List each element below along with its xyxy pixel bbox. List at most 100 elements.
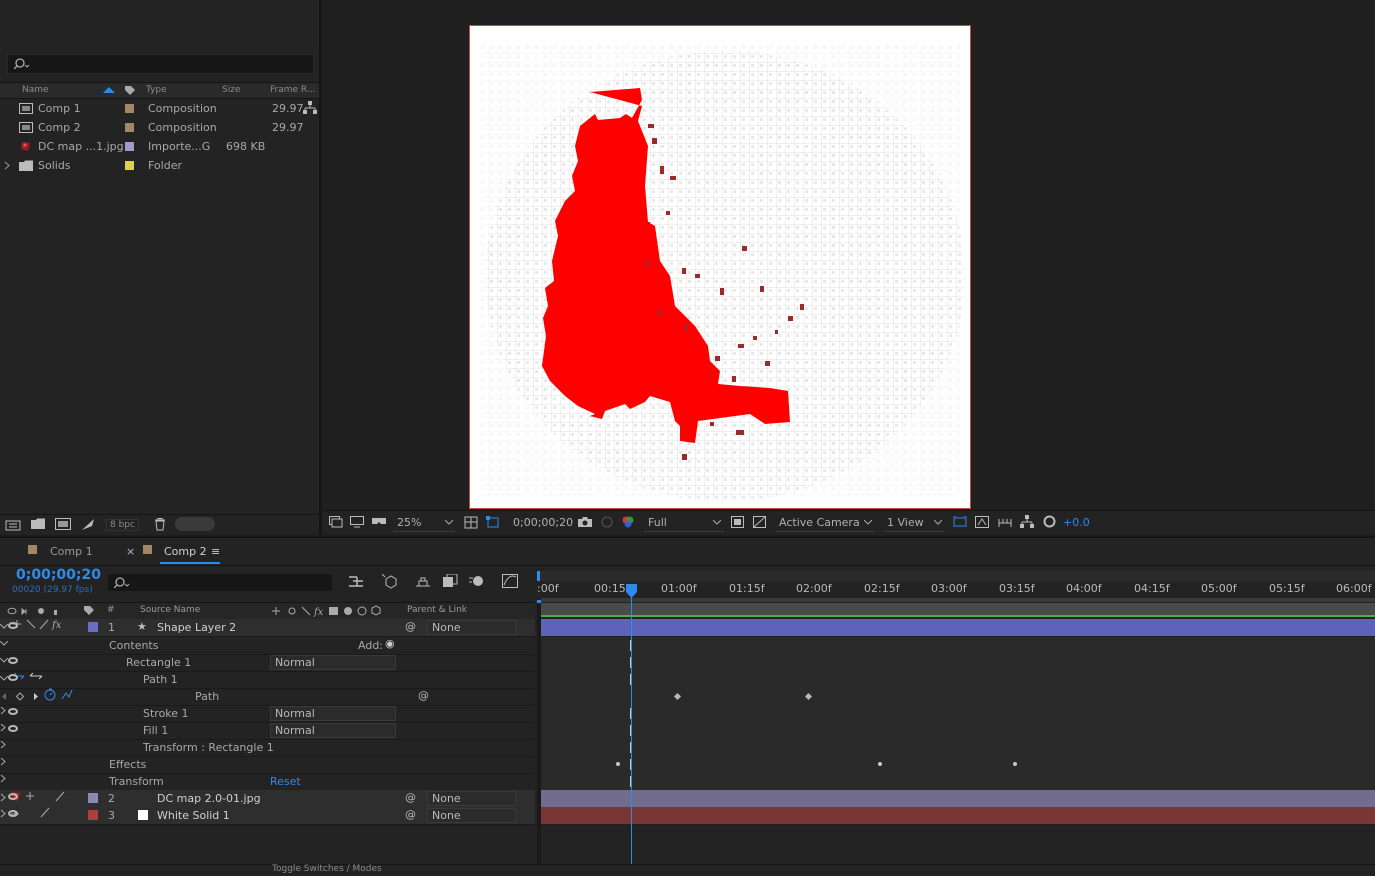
tab-comp-1[interactable]: Comp 1 bbox=[50, 545, 93, 558]
add-button[interactable]: ◉ bbox=[385, 637, 395, 650]
viewer-timecode[interactable]: 0;00;00;20 bbox=[513, 516, 573, 529]
pickwhip-icon[interactable]: @ bbox=[418, 689, 429, 702]
layer-switch-icons[interactable]: fx bbox=[12, 619, 72, 631]
map-layer-track[interactable] bbox=[541, 790, 1375, 808]
parent-dropdown[interactable]: None bbox=[427, 791, 516, 806]
playhead-handle[interactable] bbox=[626, 584, 637, 598]
project-search-input[interactable] bbox=[7, 54, 314, 74]
new-folder-icon[interactable] bbox=[31, 518, 46, 530]
label-tag-icon[interactable] bbox=[83, 605, 95, 616]
draft-3d-icon[interactable] bbox=[382, 574, 398, 589]
interpret-footage-icon[interactable] bbox=[5, 519, 21, 531]
property-row[interactable]: Transform Reset bbox=[0, 773, 535, 791]
reset-exposure-icon[interactable] bbox=[1043, 515, 1056, 528]
blend-mode-dropdown[interactable]: Normal bbox=[270, 723, 396, 738]
fast-previews-icon[interactable] bbox=[975, 516, 989, 528]
transparency-grid-icon[interactable] bbox=[753, 516, 766, 528]
shape-layer-track[interactable] bbox=[541, 619, 1375, 637]
visibility-eye-icon[interactable] bbox=[8, 810, 18, 817]
layer-search-input[interactable] bbox=[108, 574, 332, 591]
layer-name[interactable]: DC map 2.0-01.jpg bbox=[157, 792, 261, 805]
layer-label-swatch[interactable] bbox=[88, 810, 98, 820]
tab-close-icon[interactable]: × bbox=[126, 545, 135, 558]
layer-label-swatch[interactable] bbox=[88, 793, 98, 803]
blend-mode-dropdown[interactable]: Normal bbox=[270, 706, 396, 721]
parent-dropdown[interactable]: None bbox=[427, 808, 516, 823]
flowchart-icon[interactable] bbox=[1020, 515, 1034, 528]
snapshot-camera-icon[interactable] bbox=[578, 516, 592, 528]
layer-name[interactable]: White Solid 1 bbox=[157, 809, 230, 822]
pickwhip-icon[interactable]: @ bbox=[405, 808, 416, 821]
pickwhip-icon[interactable]: @ bbox=[405, 791, 416, 804]
composition-canvas[interactable] bbox=[470, 26, 970, 508]
region-of-interest-icon[interactable] bbox=[731, 516, 744, 528]
label-swatch[interactable] bbox=[125, 104, 134, 113]
monitor-icon[interactable] bbox=[350, 516, 364, 528]
label-swatch[interactable] bbox=[125, 161, 134, 170]
mask-path-icon[interactable] bbox=[486, 516, 500, 529]
camera-dropdown[interactable]: Active Camera bbox=[775, 514, 875, 532]
col-type[interactable]: Type bbox=[146, 85, 167, 95]
reset-link[interactable]: Reset bbox=[270, 775, 301, 788]
toggle-switches-modes[interactable]: Toggle Switches / Modes bbox=[272, 864, 382, 874]
toggle-pixel-aspect-icon[interactable] bbox=[953, 516, 967, 528]
keyframe-dot[interactable] bbox=[1013, 762, 1017, 766]
property-row[interactable]: Path 1 bbox=[0, 671, 535, 689]
chevron-down-icon[interactable] bbox=[0, 657, 9, 664]
parent-dropdown[interactable]: None bbox=[427, 620, 516, 635]
pickwhip-icon[interactable]: @ bbox=[405, 620, 416, 633]
current-time-display[interactable]: 0;00;00;20 bbox=[16, 567, 101, 583]
keyframe-dot[interactable] bbox=[616, 762, 620, 766]
keyframe-dot[interactable] bbox=[878, 762, 882, 766]
chevron-right-icon[interactable] bbox=[0, 809, 6, 818]
show-snapshot-icon[interactable] bbox=[600, 516, 614, 528]
col-layer-number[interactable]: # bbox=[107, 605, 115, 615]
thumbnail-slider[interactable] bbox=[175, 517, 215, 531]
visibility-eye-icon[interactable] bbox=[8, 674, 18, 681]
layer-row[interactable]: 1 ★ Shape Layer 2 fx @ None bbox=[0, 619, 535, 637]
visibility-eye-icon[interactable] bbox=[8, 657, 18, 664]
resolution-dropdown[interactable]: Full bbox=[644, 514, 724, 532]
project-item[interactable]: Solids Folder bbox=[0, 156, 302, 175]
chevron-down-icon[interactable] bbox=[0, 623, 9, 630]
chevron-right-icon[interactable] bbox=[0, 774, 6, 783]
timeline-icon[interactable] bbox=[998, 516, 1012, 528]
layer-label-swatch[interactable] bbox=[88, 622, 98, 632]
view-layout-dropdown[interactable]: 1 View bbox=[883, 514, 945, 532]
chevron-right-icon[interactable] bbox=[0, 793, 6, 802]
render-queue-icon[interactable] bbox=[81, 518, 95, 531]
work-area-bar[interactable] bbox=[537, 571, 1375, 581]
always-preview-icon[interactable] bbox=[329, 516, 343, 528]
magnification-dropdown[interactable]: 25% bbox=[393, 514, 455, 532]
new-composition-icon[interactable] bbox=[55, 518, 71, 530]
chevron-down-icon[interactable] bbox=[0, 675, 9, 682]
property-row[interactable]: Contents Add: ◉ bbox=[0, 637, 535, 655]
layer-row[interactable]: 2 DC map 2.0-01.jpg @ None bbox=[0, 790, 535, 808]
frame-blending-icon[interactable] bbox=[442, 574, 458, 588]
current-time-indicator[interactable] bbox=[631, 590, 632, 874]
visibility-eye-icon[interactable] bbox=[8, 793, 18, 800]
property-row[interactable]: Rectangle 1 Normal bbox=[0, 654, 535, 672]
sort-ascending-icon[interactable] bbox=[103, 87, 115, 94]
chevron-down-icon[interactable] bbox=[0, 640, 9, 647]
rgb-channels-icon[interactable] bbox=[621, 515, 635, 528]
motion-blur-icon[interactable] bbox=[469, 574, 485, 588]
col-source-name[interactable]: Source Name bbox=[140, 605, 200, 615]
col-name[interactable]: Name bbox=[22, 85, 49, 95]
exposure-value[interactable]: +0.0 bbox=[1063, 516, 1090, 529]
stopwatch-icon[interactable] bbox=[44, 688, 74, 701]
chevron-right-icon[interactable] bbox=[4, 161, 10, 170]
col-frame-rate[interactable]: Frame R... bbox=[270, 85, 315, 95]
col-parent-link[interactable]: Parent & Link bbox=[407, 605, 467, 615]
visibility-eye-icon[interactable] bbox=[8, 708, 18, 715]
label-swatch[interactable] bbox=[125, 123, 134, 132]
layer-row[interactable]: 3 White Solid 1 @ None bbox=[0, 807, 535, 825]
tab-menu-icon[interactable]: ≡ bbox=[211, 545, 220, 558]
visibility-eye-icon[interactable] bbox=[8, 725, 18, 732]
flowchart-icon[interactable] bbox=[303, 101, 317, 114]
layer-name[interactable]: Shape Layer 2 bbox=[157, 621, 236, 634]
chevron-right-icon[interactable] bbox=[0, 723, 6, 732]
grid-guide-icon[interactable] bbox=[464, 516, 478, 529]
property-row[interactable]: Transform : Rectangle 1 bbox=[0, 739, 535, 757]
bit-depth-button[interactable]: 8 bpc bbox=[106, 519, 139, 531]
